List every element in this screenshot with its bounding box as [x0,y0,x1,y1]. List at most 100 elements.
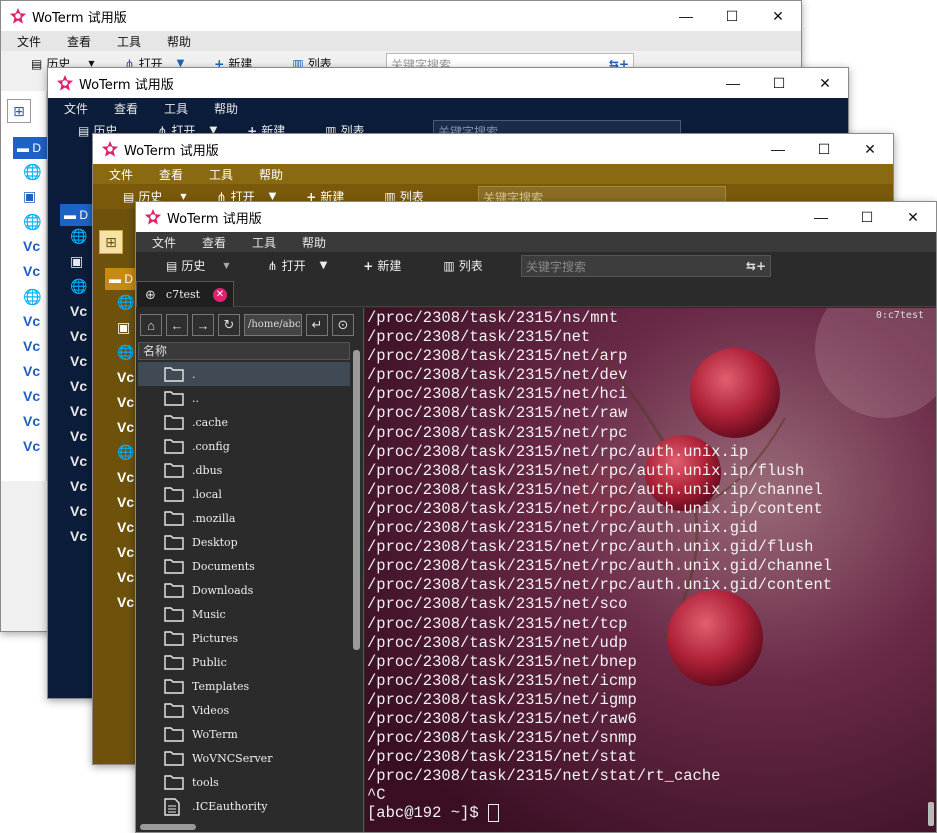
file-list-item[interactable]: .local [138,482,350,506]
terminal-line: /proc/2308/task/2315/net/raw [367,404,628,423]
file-list-item[interactable]: .config [138,434,350,458]
menu-tools[interactable]: 工具 [209,166,233,183]
menu-tools[interactable]: 工具 [164,100,188,117]
file-list-item[interactable]: Public [138,650,350,674]
menu-help[interactable]: 帮助 [167,33,191,50]
tab-c7test[interactable]: ⊕ c7test ✕ [136,281,234,307]
menu-help[interactable]: 帮助 [259,166,283,183]
menu-help[interactable]: 帮助 [302,234,326,251]
terminal-line: /proc/2308/task/2315/net/stat [367,748,637,767]
close-button[interactable]: ✕ [890,202,936,232]
menu-view[interactable]: 查看 [202,234,226,251]
maximize-button[interactable]: ☐ [844,202,890,232]
file-list-item[interactable]: . [138,362,350,386]
tree-view-button[interactable]: ⊞ [99,230,123,254]
menu-tools[interactable]: 工具 [252,234,276,251]
file-list-item[interactable]: Music [138,602,350,626]
horizontal-scrollbar[interactable] [138,822,350,832]
file-list-item[interactable]: WoTerm [138,722,350,746]
menu-bar: 文件 查看 工具 帮助 [1,31,801,51]
title-bar[interactable]: WoTerm 试用版 — ☐ ✕ [48,68,848,98]
terminal-prompt-line[interactable]: [abc@192 ~]$ [367,803,499,823]
open-button[interactable]: ⋔ 打开 ▼ [268,257,328,274]
menu-view[interactable]: 查看 [67,33,91,50]
back-button[interactable]: ← [166,314,188,336]
folder-icon [164,534,184,550]
terminal-line: /proc/2308/task/2315/net/dev [367,366,628,385]
history-button[interactable]: ▤ 历史 ▼ [166,257,230,274]
title-bar[interactable]: WoTerm 试用版 — ☐ ✕ [93,134,893,164]
file-name: WoTerm [192,727,238,741]
file-list-header[interactable]: 名称 [138,342,350,360]
terminal-line: /proc/2308/task/2315/net/arp [367,347,628,366]
terminal-scrollbar[interactable] [928,802,934,826]
window-title: WoTerm 试用版 [124,143,219,159]
terminal-line: /proc/2308/task/2315/net/rpc/auth.unix.i… [367,480,823,499]
plus-icon: + [363,258,374,273]
menu-file[interactable]: 文件 [109,166,133,183]
minimize-button[interactable]: — [663,1,709,31]
close-tab-icon[interactable]: ✕ [213,287,227,302]
terminal-view[interactable]: 0:c7test /proc/2308/task/2315/ns/mnt/pro… [365,308,936,832]
maximize-button[interactable]: ☐ [756,68,802,98]
file-list-item[interactable]: Downloads [138,578,350,602]
remote-desktop-icon: ▣ [70,253,84,269]
menu-tools[interactable]: 工具 [117,33,141,50]
scrollbar-thumb[interactable] [353,350,360,650]
refresh-button[interactable]: ↻ [218,314,240,336]
file-list-item[interactable]: Desktop [138,530,350,554]
locate-button[interactable]: ⊙ [332,314,354,336]
file-list-item[interactable]: Pictures [138,626,350,650]
file-list-item[interactable]: .mozilla [138,506,350,530]
close-button[interactable]: ✕ [755,1,801,31]
vnc-icon: Vc [23,338,41,354]
maximize-button[interactable]: ☐ [709,1,755,31]
menu-help[interactable]: 帮助 [214,100,238,117]
folder-icon [164,654,184,670]
tree-root-item[interactable]: ▬ D [13,137,47,159]
list-button[interactable]: ▥ 列表 [443,257,482,274]
file-list-item[interactable]: .. [138,386,350,410]
file-list-item[interactable]: Videos [138,698,350,722]
file-list-item[interactable]: .dbus [138,458,350,482]
enter-button[interactable]: ↵ [306,314,328,336]
folder-icon [164,414,184,430]
file-list-item[interactable]: .cache [138,410,350,434]
tree-root-item[interactable]: ▬ D [105,268,139,290]
file-list-item[interactable]: Documents [138,554,350,578]
new-button[interactable]: + 新建 [363,257,401,274]
file-icon [164,798,184,816]
file-list-item[interactable]: tools [138,770,350,794]
vnc-icon: Vc [70,353,88,369]
minimize-button[interactable]: — [755,134,801,164]
path-input[interactable]: /home/abc [244,314,302,336]
forward-button[interactable]: → [192,314,214,336]
scrollbar-thumb[interactable] [140,824,196,830]
file-list-item[interactable]: .ICEauthority [138,794,350,818]
tree-root-item[interactable]: ▬ D [60,204,94,226]
minimize-button[interactable]: — [798,202,844,232]
swap-add-icon[interactable]: ⇆+ [746,259,766,273]
list-icon: ▥ [443,258,455,273]
close-button[interactable]: ✕ [847,134,893,164]
tree-view-button[interactable]: ⊞ [7,99,31,123]
menu-file[interactable]: 文件 [17,33,41,50]
menu-view[interactable]: 查看 [114,100,138,117]
session-icons-column: 🌐 ▣ 🌐 Vc Vc 🌐 Vc Vc Vc Vc Vc Vc [23,163,45,463]
search-input[interactable]: 关键字搜索 ⇆+ [521,255,771,277]
home-button[interactable]: ⌂ [140,314,162,336]
menu-file[interactable]: 文件 [64,100,88,117]
file-list-item[interactable]: WoVNCServer [138,746,350,770]
vertical-scrollbar[interactable] [352,342,362,820]
woterm-logo-icon [9,7,27,24]
menu-file[interactable]: 文件 [152,234,176,251]
folder-icon [164,606,184,622]
menu-view[interactable]: 查看 [159,166,183,183]
close-button[interactable]: ✕ [802,68,848,98]
title-bar[interactable]: WoTerm 试用版 — ☐ ✕ [136,202,936,232]
maximize-button[interactable]: ☐ [801,134,847,164]
file-list-item[interactable]: Templates [138,674,350,698]
terminal-line: /proc/2308/task/2315/net/snmp [367,729,637,748]
minimize-button[interactable]: — [710,68,756,98]
title-bar[interactable]: WoTerm 试用版 — ☐ ✕ [1,1,801,31]
